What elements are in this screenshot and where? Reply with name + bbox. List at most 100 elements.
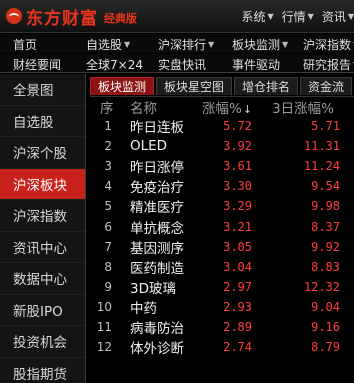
- top-menu-1[interactable]: 行情 ▼: [282, 8, 314, 25]
- table-row[interactable]: 12 体外诊断 2.74 8.79: [90, 337, 354, 357]
- row-change-3d: 9.92: [311, 239, 340, 254]
- sidebar-item-2[interactable]: 沪深个股: [0, 137, 85, 169]
- sidebar-item-label: 数据中心: [13, 272, 67, 289]
- nav-item-label: 全球7×24: [86, 58, 143, 72]
- app-name: 东方财富: [26, 8, 98, 29]
- nav2-item-0[interactable]: 财经要闻: [13, 56, 62, 72]
- row-name: OLED: [130, 138, 168, 155]
- sidebar-item-6[interactable]: 数据中心: [0, 263, 85, 295]
- table-row[interactable]: 3 昨日涨停 3.61 11.24: [90, 156, 354, 176]
- row-no: 12: [96, 340, 112, 355]
- row-change-3d: 11.31: [303, 139, 340, 154]
- row-no: 3: [104, 159, 112, 174]
- nav-item-label: 板块监测: [232, 38, 281, 52]
- table-row[interactable]: 10 中药 2.93 9.04: [90, 297, 354, 317]
- tab-3[interactable]: 资金流: [300, 77, 353, 95]
- dropdown-arrow-icon: ▼: [208, 40, 215, 49]
- main-nav-row-1: 首页自选股▼沪深排行▼板块监测▼沪深指数▼: [0, 34, 354, 53]
- row-change-3d: 9.04: [311, 299, 340, 314]
- row-no: 9: [104, 279, 112, 294]
- header-change-label: 涨幅%: [202, 100, 242, 117]
- row-name: 基因测序: [130, 240, 184, 257]
- nav2-item-3[interactable]: 事件驱动: [232, 56, 280, 72]
- sidebar-item-label: 投资机会: [13, 335, 67, 352]
- table-row[interactable]: 6 单抗概念 3.21 8.37: [90, 216, 354, 237]
- row-change-3d: 5.71: [311, 119, 340, 134]
- row-change-3d: 8.37: [311, 219, 340, 234]
- nav-item-label: 财经要闻: [13, 58, 62, 72]
- row-name: 医药制造: [130, 260, 184, 277]
- sidebar-item-label: 沪深板块: [13, 177, 67, 194]
- header-no[interactable]: 序: [100, 97, 114, 117]
- row-no: 8: [104, 259, 112, 274]
- nav2-item-4[interactable]: 研究报告▼: [303, 56, 354, 72]
- table-row[interactable]: 11 病毒防治 2.89 9.16: [90, 317, 354, 337]
- sidebar: 全景图 自选股 沪深个股沪深板块沪深指数 资讯中心数据中心新股IPO 投资机会股指期货: [0, 74, 86, 383]
- app-logo: 东方财富 经典版: [6, 4, 137, 29]
- sidebar-item-3[interactable]: 沪深板块: [0, 168, 85, 200]
- nav-item-label: 自选股: [86, 38, 123, 52]
- row-name: 免疫治疗: [130, 180, 184, 197]
- top-menu: 系统 ▼ 行情 ▼ 资讯 ▼: [233, 0, 354, 33]
- top-menu-label: 行情: [281, 10, 306, 24]
- nav-item-label: 实盘快讯: [158, 58, 207, 72]
- sidebar-item-9[interactable]: 股指期货: [0, 358, 85, 383]
- nav1-item-4[interactable]: 沪深指数▼: [303, 36, 354, 53]
- top-menu-label: 资讯: [321, 10, 346, 24]
- row-change-3d: 9.54: [311, 179, 340, 194]
- row-no: 1: [104, 119, 112, 134]
- row-change: 2.74: [223, 340, 252, 355]
- dropdown-arrow-icon: ▼: [282, 40, 289, 49]
- row-change: 5.72: [223, 119, 252, 134]
- tab-1[interactable]: 板块星空图: [156, 77, 233, 95]
- row-name: 单抗概念: [130, 220, 184, 237]
- top-menu-2[interactable]: 资讯 ▼: [322, 8, 354, 25]
- table-row[interactable]: 4 免疫治疗 3.30 9.54: [90, 176, 354, 196]
- row-no: 10: [96, 299, 112, 314]
- sector-tabs: 板块监测 板块星空图 增仓排名 资金流: [90, 76, 354, 95]
- sidebar-item-0[interactable]: 全景图: [0, 74, 85, 106]
- table-row[interactable]: 8 医药制造 3.04 8.83: [90, 257, 354, 277]
- sidebar-item-5[interactable]: 资讯中心: [0, 232, 85, 263]
- sort-desc-icon: ↓: [242, 102, 253, 116]
- nav1-item-3[interactable]: 板块监测 ▼: [232, 36, 288, 53]
- row-no: 11: [96, 319, 112, 334]
- table-row[interactable]: 9 3D玻璃 2.97 12.32: [90, 277, 354, 297]
- row-name: 精准医疗: [130, 200, 184, 217]
- table-body: 1 昨日连板 5.72 5.71 2 OLED 3.92 11.31 3 昨日涨停 3.61 11.2…: [90, 116, 354, 357]
- row-change: 3.30: [223, 179, 252, 194]
- sidebar-item-8[interactable]: 投资机会: [0, 326, 85, 358]
- row-no: 5: [104, 199, 112, 214]
- table-row[interactable]: 1 昨日连板 5.72 5.71: [90, 116, 354, 136]
- title-bar: 东方财富 经典版 系统 ▼ 行情 ▼ 资讯 ▼: [0, 0, 354, 33]
- tab-label: 板块监测: [98, 80, 147, 94]
- dropdown-arrow-icon: ▼: [267, 12, 274, 21]
- table-row[interactable]: 2 OLED 3.92 11.31: [90, 136, 354, 156]
- header-change[interactable]: 涨幅%↓: [202, 97, 252, 117]
- sidebar-item-4[interactable]: 沪深指数: [0, 200, 85, 232]
- tab-0[interactable]: 板块监测: [90, 77, 155, 95]
- sidebar-item-1[interactable]: 自选股: [0, 106, 85, 137]
- nav-item-label: 研究报告: [303, 58, 352, 72]
- dropdown-arrow-icon: ▼: [307, 12, 314, 21]
- nav2-item-2[interactable]: 实盘快讯: [158, 56, 207, 72]
- nav1-item-1[interactable]: 自选股 ▼: [86, 36, 130, 53]
- table-header: 序 名称 涨幅%↓ 3日涨幅%: [90, 96, 354, 117]
- top-menu-0[interactable]: 系统 ▼: [241, 8, 273, 25]
- row-change-3d: 12.32: [303, 279, 340, 294]
- sidebar-item-label: 新股IPO: [13, 303, 63, 320]
- table-row[interactable]: 5 精准医疗 3.29 9.98: [90, 196, 354, 216]
- nav-item-label: 沪深排行: [158, 38, 207, 52]
- row-name: 3D玻璃: [130, 280, 176, 297]
- header-name[interactable]: 名称: [130, 97, 157, 117]
- table-row[interactable]: 7 基因测序 3.05 9.92: [90, 237, 354, 257]
- nav-item-label: 首页: [13, 38, 38, 52]
- header-change-3d[interactable]: 3日涨幅%: [272, 97, 334, 117]
- dropdown-arrow-icon: ▼: [347, 12, 354, 21]
- nav1-item-2[interactable]: 沪深排行 ▼: [158, 36, 214, 53]
- tab-2[interactable]: 增仓排名: [234, 77, 299, 95]
- row-change-3d: 8.79: [311, 340, 340, 355]
- sidebar-item-7[interactable]: 新股IPO: [0, 295, 85, 326]
- nav2-item-1[interactable]: 全球7×24: [86, 56, 143, 72]
- nav1-item-0[interactable]: 首页: [13, 36, 37, 53]
